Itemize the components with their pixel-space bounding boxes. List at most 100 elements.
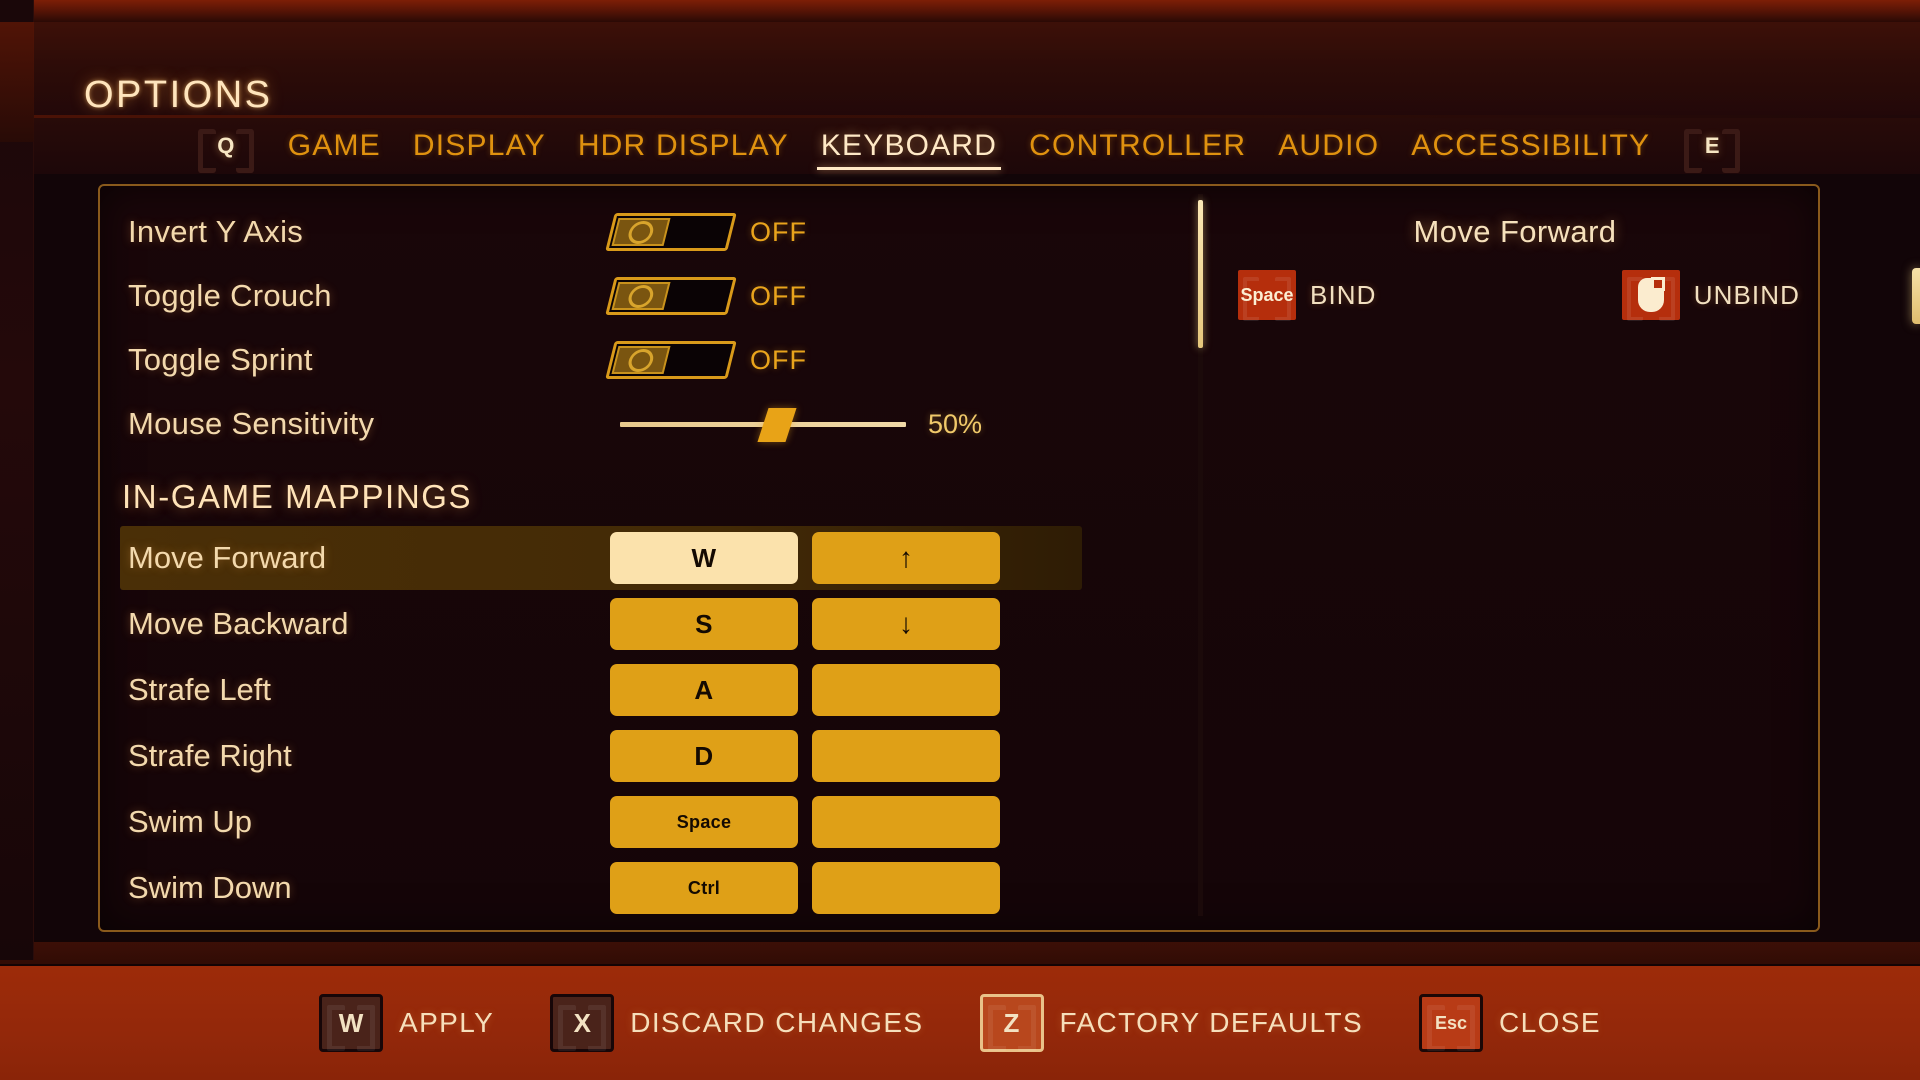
mapping-list: Move Forward W ↑ Move Backward S ↓ Strafe Left… (100, 526, 1102, 920)
setting-label: Toggle Sprint (128, 342, 313, 377)
tab-game[interactable]: GAME (272, 129, 397, 163)
bottom-action-close[interactable]: Esc CLOSE (1419, 994, 1601, 1052)
mapping-secondary-key-label: ↑ (899, 542, 913, 573)
mapping-primary-key[interactable]: S (610, 598, 798, 650)
mapping-secondary-key[interactable] (812, 664, 1000, 716)
toggle-control[interactable]: OFF (605, 277, 807, 315)
tab-list: Q GAME DISPLAY HDR DISPLAY KEYBOARD CONTROLLE… (180, 127, 1759, 173)
bottom-action-apply[interactable]: W APPLY (319, 994, 494, 1052)
bottom-action-label: CLOSE (1499, 1007, 1601, 1038)
mapping-row[interactable]: Move Backward S ↓ (100, 592, 1102, 656)
unbind-button[interactable]: UNBIND (1621, 270, 1800, 321)
tab-display[interactable]: DISPLAY (397, 129, 562, 163)
shortcut-key-icon: Esc (1419, 994, 1484, 1052)
mapping-row[interactable]: Swim Down Ctrl (100, 856, 1102, 920)
bottom-action-label: FACTORY DEFAULTS (1059, 1007, 1364, 1038)
mapping-row[interactable]: Strafe Right D (100, 724, 1102, 788)
tab-audio[interactable]: AUDIO (1262, 129, 1395, 163)
right-edge-indicator (1912, 268, 1920, 324)
tab-prev-key[interactable]: Q (197, 127, 254, 173)
mapping-secondary-key-label: ↓ (899, 608, 913, 639)
top-decor-band (0, 0, 1920, 22)
shortcut-key-label: Z (1003, 1007, 1020, 1038)
toggle-value: OFF (750, 344, 807, 375)
scrollbar-track[interactable] (1198, 194, 1203, 916)
tab-hdr-display[interactable]: HDR DISPLAY (562, 129, 805, 163)
mapping-primary-key-label: S (695, 608, 713, 639)
mapping-primary-key[interactable]: Ctrl (610, 862, 798, 914)
mapping-secondary-key[interactable]: ↓ (812, 598, 1000, 650)
mapping-row[interactable]: Swim Up Space (100, 790, 1102, 854)
mapping-secondary-key[interactable]: ↑ (812, 532, 1000, 584)
mouse-icon (1621, 270, 1680, 321)
tab-controller[interactable]: CONTROLLER (1013, 129, 1262, 163)
setting-row: Toggle Sprint OFF (100, 328, 1102, 392)
bottom-action-bar: W APPLY X DISCARD CHANGES Z FACTORY DEFAULTS E… (0, 966, 1920, 1080)
mapping-primary-key-label: Space (676, 811, 732, 832)
bottom-action-label: DISCARD CHANGES (630, 1007, 924, 1038)
toggle-knob (611, 282, 671, 310)
binding-detail-title: Move Forward (1413, 214, 1617, 249)
mouse-right-button (1650, 277, 1665, 291)
mapping-action-label: Strafe Left (128, 672, 272, 707)
mouse-glyph (1637, 277, 1665, 312)
mapping-primary-key[interactable]: D (610, 730, 798, 782)
left-strip-glow (0, 22, 34, 142)
unbind-label: UNBIND (1693, 279, 1800, 310)
slider-track[interactable] (620, 407, 906, 442)
tab-bar: Q GAME DISPLAY HDR DISPLAY KEYBOARD CONTROLLE… (34, 118, 1920, 174)
shortcut-key-icon: X (550, 994, 615, 1052)
mapping-secondary-key[interactable] (812, 796, 1000, 848)
toggle-control[interactable]: OFF (605, 213, 807, 251)
toggle-value: OFF (750, 216, 807, 247)
mapping-row[interactable]: Strafe Left A (100, 658, 1102, 722)
toggle-control[interactable]: OFF (605, 341, 807, 379)
settings-panel: Invert Y Axis OFF Toggle Crouch OFF Toggle S… (98, 184, 1820, 932)
shortcut-key-icon: Z (979, 994, 1044, 1052)
binding-detail-panel: Move Forward Space BIND UNBIND (1210, 186, 1818, 930)
toggle-switch[interactable] (605, 213, 737, 251)
options-screen: OPTIONS Q GAME DISPLAY HDR DISPLAY KEYBOARD C… (0, 0, 1920, 1080)
mouse-sensitivity-slider[interactable]: 50% (620, 407, 983, 442)
mapping-primary-key-label: A (694, 674, 714, 705)
left-decor-strip (0, 0, 34, 960)
slider-value: 50% (928, 408, 983, 439)
binding-detail-actions: Space BIND UNBIND (1238, 270, 1800, 321)
mapping-secondary-key[interactable] (812, 730, 1000, 782)
bottom-action-discard-changes[interactable]: X DISCARD CHANGES (550, 994, 923, 1052)
toggle-knob (611, 346, 671, 374)
mapping-row[interactable]: Move Forward W ↑ (120, 526, 1082, 590)
header-bar: OPTIONS (34, 22, 1920, 118)
tab-accessibility[interactable]: ACCESSIBILITY (1395, 129, 1666, 163)
mapping-action-label: Swim Down (128, 870, 292, 905)
bottom-action-label: APPLY (399, 1007, 495, 1038)
shortcut-key-label: Esc (1435, 1012, 1468, 1033)
toggle-knob (611, 218, 671, 246)
slider-thumb[interactable] (757, 407, 797, 442)
shortcut-key-label: W (338, 1007, 364, 1038)
tab-next-key[interactable]: E (1684, 127, 1741, 173)
tab-keyboard[interactable]: KEYBOARD (805, 129, 1013, 170)
mapping-primary-key[interactable]: W (610, 532, 798, 584)
scrollbar-thumb[interactable] (1198, 200, 1203, 348)
bind-button[interactable]: Space BIND (1238, 270, 1377, 321)
toggle-value: OFF (750, 280, 807, 311)
shortcut-key-icon: W (319, 994, 384, 1052)
section-title-in-game-mappings: IN-GAME MAPPINGS (122, 478, 473, 515)
setting-label: Invert Y Axis (128, 214, 304, 249)
bottom-divider-strip (0, 940, 1920, 966)
mapping-primary-key-label: D (694, 740, 714, 771)
mouse-sensitivity-label: Mouse Sensitivity (128, 406, 375, 441)
toggle-switch[interactable] (605, 277, 737, 315)
mapping-primary-key-label: Ctrl (687, 877, 721, 898)
shortcut-key-label: X (573, 1007, 591, 1038)
setting-row: Invert Y Axis OFF (100, 200, 1102, 264)
settings-left-column: Invert Y Axis OFF Toggle Crouch OFF Toggle S… (100, 186, 1102, 930)
toggle-list: Invert Y Axis OFF Toggle Crouch OFF Toggle S… (100, 200, 1102, 392)
mapping-primary-key[interactable]: A (610, 664, 798, 716)
bottom-action-factory-defaults[interactable]: Z FACTORY DEFAULTS (979, 994, 1364, 1052)
mapping-primary-key[interactable]: Space (610, 796, 798, 848)
toggle-switch[interactable] (605, 341, 737, 379)
mapping-secondary-key[interactable] (812, 862, 1000, 914)
setting-row: Toggle Crouch OFF (100, 264, 1102, 328)
